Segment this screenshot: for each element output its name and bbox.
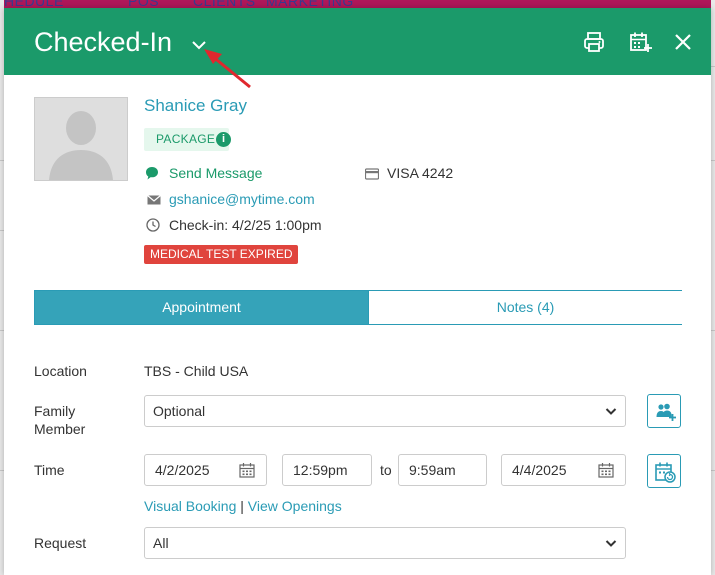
credit-card-icon	[365, 168, 379, 180]
family-member-selected: Optional	[153, 403, 206, 419]
chevron-down-icon[interactable]	[191, 39, 207, 51]
background-right-edge	[711, 0, 715, 575]
calendar-icon[interactable]	[598, 462, 614, 478]
end-time-input[interactable]: 9:59am	[398, 454, 487, 486]
send-message-link[interactable]: Send Message	[169, 165, 262, 181]
request-select[interactable]: All	[144, 527, 626, 559]
end-date-input[interactable]: 4/4/2025	[501, 454, 626, 486]
family-member-label-line1: Family	[34, 403, 76, 419]
calendar-add-icon[interactable]	[628, 30, 652, 54]
link-separator: |	[240, 498, 244, 514]
request-label: Request	[34, 535, 87, 551]
card-on-file: VISA 4242	[387, 165, 454, 181]
end-date-value: 4/4/2025	[512, 462, 567, 478]
start-time-input[interactable]: 12:59pm	[282, 454, 372, 486]
tab-appointment[interactable]: Appointment	[35, 291, 368, 324]
medical-test-alert-badge: MEDICAL TEST EXPIRED	[144, 245, 299, 264]
checkin-time: Check-in: 4/2/25 1:00pm	[169, 217, 322, 233]
client-email-link[interactable]: gshanice@mytime.com	[169, 191, 315, 207]
client-name-link[interactable]: Shanice Gray	[144, 96, 247, 116]
view-openings-link[interactable]: View Openings	[248, 498, 342, 514]
family-member-select[interactable]: Optional	[144, 395, 626, 427]
envelope-icon	[147, 195, 161, 205]
location-value: TBS - Child USA	[144, 363, 249, 379]
chevron-down-icon	[605, 540, 617, 547]
clock-icon	[146, 218, 160, 232]
recurring-appointment-button[interactable]	[647, 454, 681, 488]
chevron-down-icon	[605, 408, 617, 415]
status-title[interactable]: Checked-In	[34, 27, 172, 57]
visual-booking-link[interactable]: Visual Booking	[144, 498, 236, 514]
avatar-placeholder-icon	[35, 98, 127, 180]
modal-tabs: Appointment Notes (4)	[34, 290, 682, 325]
start-time-value: 12:59pm	[293, 462, 348, 478]
close-icon[interactable]	[671, 30, 695, 54]
time-range-to-label: to	[380, 462, 392, 478]
calendar-icon[interactable]	[239, 462, 255, 478]
booking-links: Visual Booking | View Openings	[144, 498, 342, 514]
end-time-value: 9:59am	[409, 462, 456, 478]
location-label: Location	[34, 363, 87, 379]
client-avatar	[34, 97, 128, 181]
modal-header: Checked-In	[4, 8, 711, 75]
info-icon[interactable]: i	[216, 132, 231, 147]
request-selected: All	[153, 535, 169, 551]
start-date-input[interactable]: 4/2/2025	[144, 454, 267, 486]
tab-notes[interactable]: Notes (4)	[368, 291, 682, 324]
family-add-icon	[656, 403, 676, 421]
print-icon[interactable]	[582, 30, 606, 54]
start-date-value: 4/2/2025	[155, 462, 210, 478]
add-family-member-button[interactable]	[647, 394, 681, 428]
family-member-label-line2: Member	[34, 421, 86, 437]
calendar-repeat-icon	[655, 462, 676, 483]
chat-bubble-icon	[146, 167, 158, 180]
appointment-modal: Checked-In Shanice Gray PACKAGE i Send M…	[4, 8, 711, 575]
time-label: Time	[34, 462, 65, 478]
